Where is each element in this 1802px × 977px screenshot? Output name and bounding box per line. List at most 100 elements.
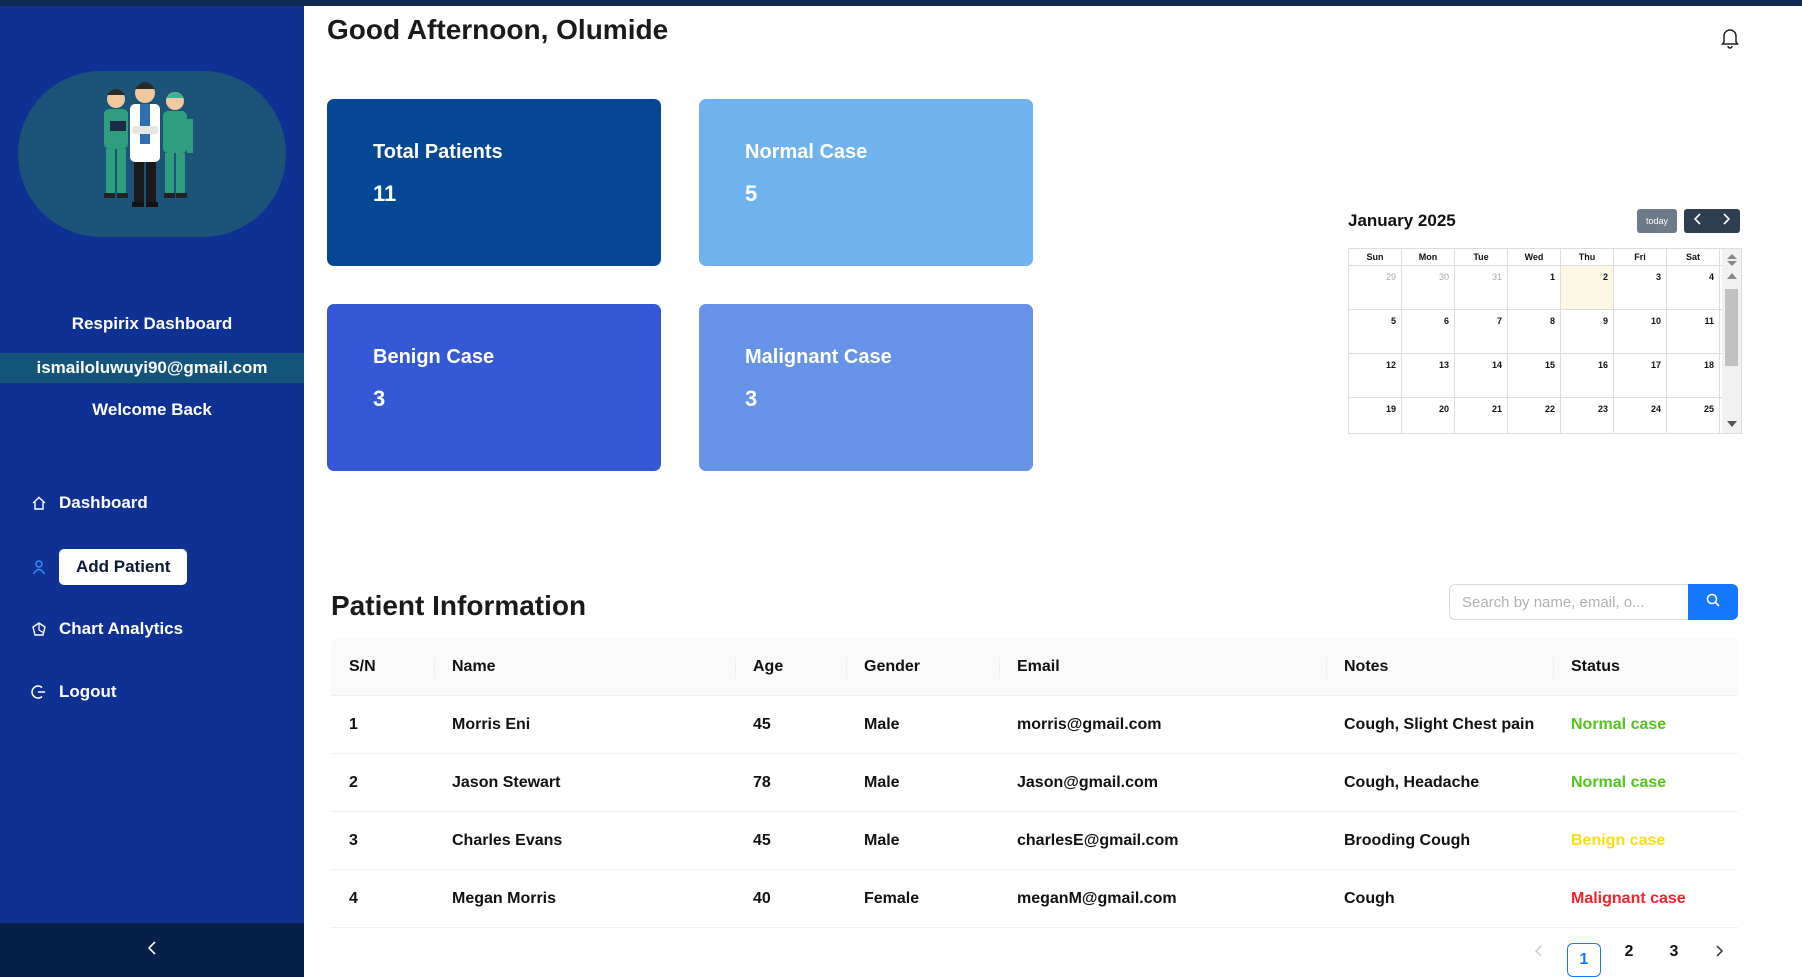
table-row[interactable]: 1 Morris Eni 45 Male morris@gmail.com Cough, …: [331, 696, 1738, 754]
calendar-day[interactable]: 25: [1667, 398, 1720, 433]
patient-table: S/N Name Age Gender Email Notes Status 1…: [331, 638, 1738, 928]
cell-gender: Female: [864, 889, 920, 907]
calendar-day[interactable]: 12: [1349, 354, 1402, 397]
bell-icon[interactable]: [1720, 27, 1740, 49]
calendar-day[interactable]: 16: [1561, 354, 1614, 397]
cell-email: morris@gmail.com: [1017, 715, 1162, 733]
cell-name: Megan Morris: [452, 889, 557, 907]
pagination-page[interactable]: 2: [1612, 943, 1646, 961]
table-row[interactable]: 2 Jason Stewart 78 Male Jason@gmail.com Cough…: [331, 754, 1738, 812]
sidebar-collapse-button[interactable]: [0, 923, 304, 977]
calendar-day[interactable]: 4: [1667, 266, 1720, 309]
nav-chart-analytics[interactable]: Chart Analytics: [30, 619, 183, 639]
home-icon: [30, 494, 48, 512]
cell-notes: Cough: [1344, 889, 1395, 907]
calendar-weekday: Sun: [1349, 249, 1402, 265]
calendar-day[interactable]: 8: [1508, 310, 1561, 353]
calendar-day[interactable]: 24: [1614, 398, 1667, 433]
pagination-next-icon[interactable]: [1702, 944, 1736, 963]
table-body: 1 Morris Eni 45 Male morris@gmail.com Cough, …: [331, 696, 1738, 928]
calendar-day[interactable]: 3: [1614, 266, 1667, 309]
calendar-grid: Sun Mon Tue Wed Thu Fri Sat 29 30 31 1 2 3 4 5 6 7 8 9 10 1…: [1348, 248, 1742, 434]
nav-dashboard[interactable]: Dashboard: [30, 493, 148, 513]
cell-gender: Male: [864, 831, 900, 849]
cell-status: Malignant case: [1571, 889, 1686, 907]
pagination-page[interactable]: 3: [1657, 943, 1691, 961]
pagination-prev-icon[interactable]: [1522, 944, 1556, 963]
cell-status: Benign case: [1571, 831, 1666, 849]
chevron-right-icon: [1721, 212, 1731, 230]
patient-search: [1449, 584, 1738, 620]
calendar-day[interactable]: 17: [1614, 354, 1667, 397]
search-button[interactable]: [1688, 584, 1738, 620]
calendar-day[interactable]: 29: [1349, 266, 1402, 309]
cell-name: Morris Eni: [452, 715, 531, 733]
chevron-left-icon: [146, 940, 158, 960]
cell-email: Jason@gmail.com: [1017, 773, 1158, 791]
column-header-status[interactable]: Status: [1553, 638, 1738, 695]
column-header-gender[interactable]: Gender: [846, 638, 999, 695]
calendar-day[interactable]: 9: [1561, 310, 1614, 353]
column-header-email[interactable]: Email: [999, 638, 1326, 695]
scroll-up-arrow-icon: [1727, 273, 1737, 279]
calendar-day[interactable]: 11: [1667, 310, 1720, 353]
sidebar: Respirix Dashboard ismailoluwuyi90@gmail…: [0, 6, 304, 977]
calendar-day[interactable]: 10: [1614, 310, 1667, 353]
calendar-day[interactable]: 19: [1349, 398, 1402, 433]
nav-add-patient[interactable]: Add Patient: [30, 549, 188, 585]
calendar-day[interactable]: 2: [1561, 266, 1614, 309]
pagination-page[interactable]: 1: [1567, 943, 1601, 977]
calendar-weekday-header: Sun Mon Tue Wed Thu Fri Sat: [1349, 249, 1741, 266]
calendar-weekday: Mon: [1402, 249, 1455, 265]
calendar-next-button[interactable]: [1712, 209, 1740, 233]
normal-case-card: Normal Case 5: [699, 99, 1033, 266]
calendar-title: January 2025: [1348, 211, 1456, 230]
total-patients-card: Total Patients 11: [327, 99, 661, 266]
calendar-scrollbar[interactable]: [1722, 249, 1741, 433]
cell-sn: 2: [349, 773, 358, 791]
calendar-day[interactable]: 23: [1561, 398, 1614, 433]
calendar-today-button[interactable]: today: [1637, 209, 1677, 233]
cell-age: 40: [753, 889, 771, 907]
total-patients-label: Total Patients: [373, 141, 503, 163]
calendar-day[interactable]: 7: [1455, 310, 1508, 353]
calendar-weekday: Thu: [1561, 249, 1614, 265]
calendar-day[interactable]: 20: [1402, 398, 1455, 433]
search-input[interactable]: [1449, 584, 1688, 620]
page-greeting: Good Afternoon, Olumide: [327, 14, 669, 45]
calendar-day[interactable]: 6: [1402, 310, 1455, 353]
calendar-day[interactable]: 1: [1508, 266, 1561, 309]
column-header-age[interactable]: Age: [735, 638, 846, 695]
calendar-day[interactable]: 30: [1402, 266, 1455, 309]
table-row[interactable]: 4 Megan Morris 40 Female meganM@gmail.com Cou…: [331, 870, 1738, 928]
calendar-day[interactable]: 15: [1508, 354, 1561, 397]
cell-sn: 3: [349, 831, 358, 849]
calendar-day[interactable]: 5: [1349, 310, 1402, 353]
calendar-day[interactable]: 22: [1508, 398, 1561, 433]
cell-status: Normal case: [1571, 715, 1667, 733]
chart-icon: [30, 620, 48, 638]
scroll-down-arrow-icon: [1727, 421, 1737, 427]
nav-chart-analytics-label: Chart Analytics: [59, 619, 184, 638]
nav-logout[interactable]: Logout: [30, 682, 117, 702]
calendar-week-row: 19 20 21 22 23 24 25: [1349, 398, 1741, 433]
column-header-notes[interactable]: Notes: [1326, 638, 1553, 695]
benign-case-value: 3: [373, 386, 386, 411]
calendar-day[interactable]: 21: [1455, 398, 1508, 433]
welcome-text: Welcome Back: [92, 400, 212, 419]
cell-age: 45: [753, 715, 771, 733]
table-row[interactable]: 3 Charles Evans 45 Male charlesE@gmail.com Br…: [331, 812, 1738, 870]
malignant-case-card: Malignant Case 3: [699, 304, 1033, 471]
cell-notes: Cough, Slight Chest pain: [1344, 715, 1535, 733]
column-header-sn[interactable]: S/N: [331, 638, 434, 695]
cell-age: 78: [753, 773, 771, 791]
calendar-day[interactable]: 31: [1455, 266, 1508, 309]
column-header-name[interactable]: Name: [434, 638, 735, 695]
calendar-day[interactable]: 14: [1455, 354, 1508, 397]
calendar-day[interactable]: 18: [1667, 354, 1720, 397]
add-patient-button[interactable]: Add Patient: [59, 549, 188, 585]
scrollbar-thumb[interactable]: [1725, 289, 1738, 366]
calendar-prev-button[interactable]: [1684, 209, 1712, 233]
calendar-day[interactable]: 13: [1402, 354, 1455, 397]
app-name: Respirix Dashboard: [71, 314, 233, 333]
